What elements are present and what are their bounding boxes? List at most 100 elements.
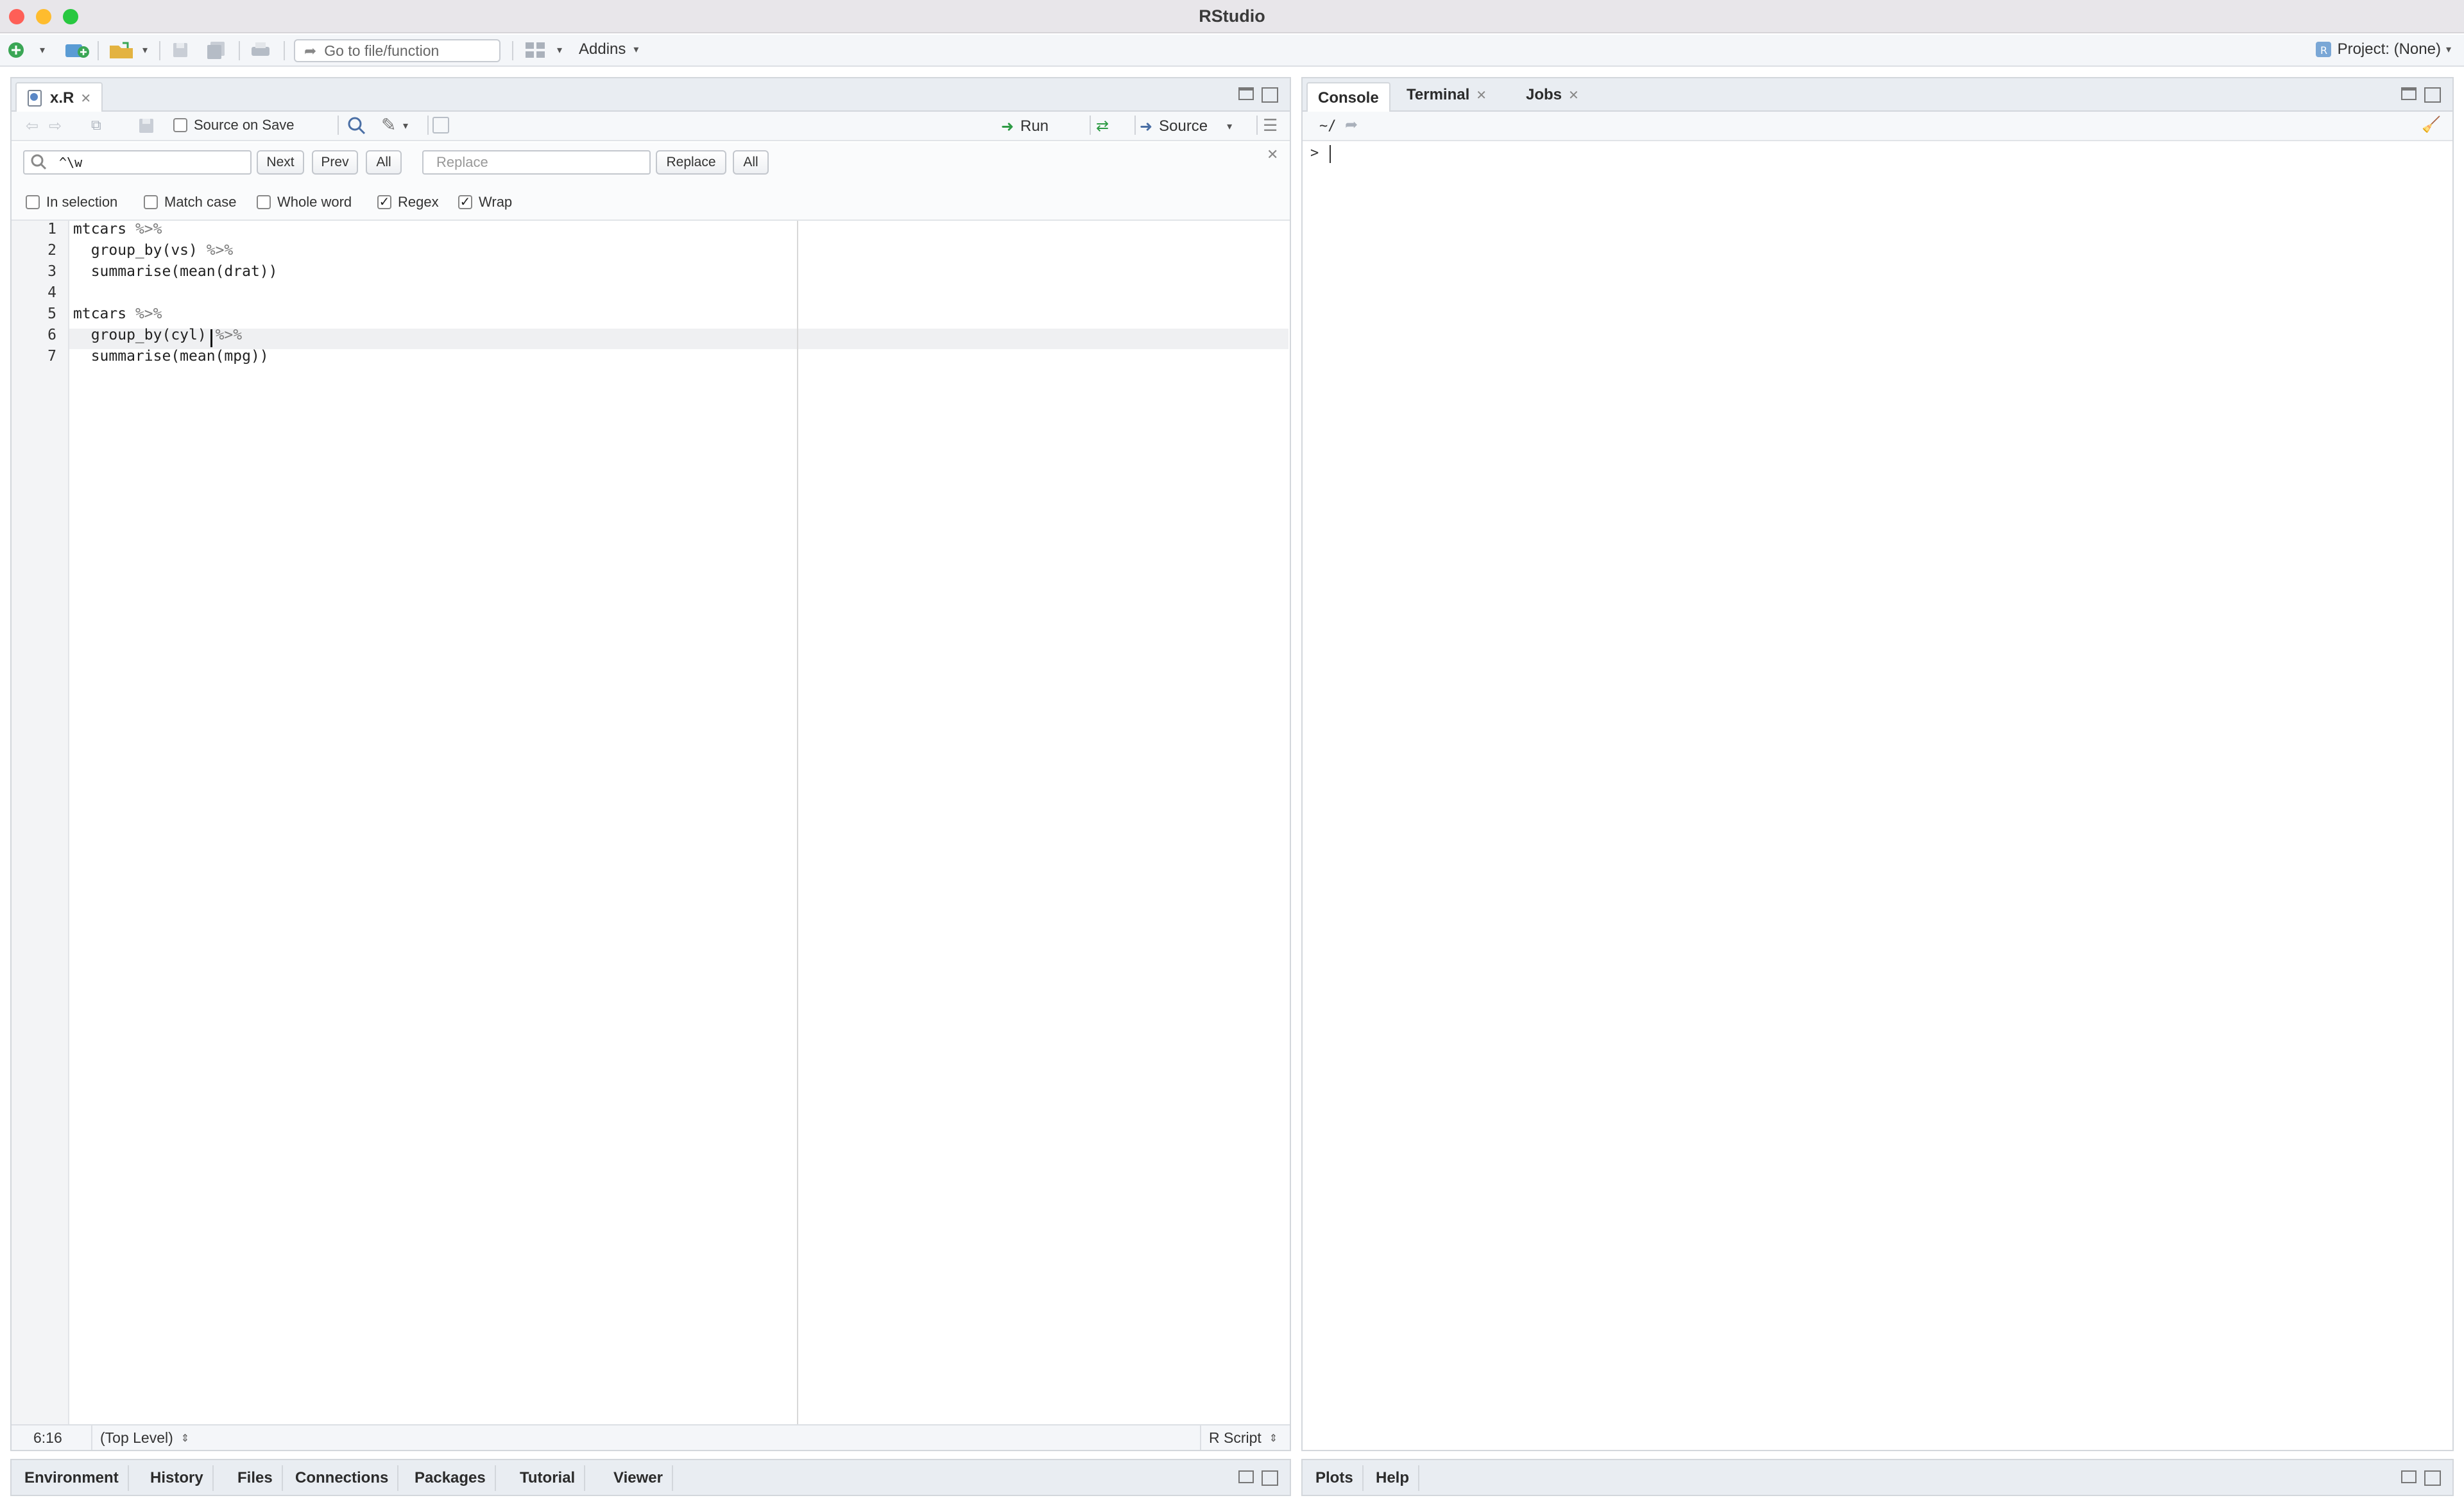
minimize-pane-icon[interactable] [1238, 87, 1254, 100]
go-to-directory-icon[interactable]: ➦ [1345, 116, 1358, 134]
minimize-pane-icon[interactable] [2401, 87, 2417, 100]
tab-files[interactable]: Files [228, 1465, 283, 1491]
maximize-pane-icon[interactable] [2424, 1470, 2441, 1486]
maximize-pane-icon[interactable] [1262, 1470, 1278, 1486]
new-file-icon[interactable] [5, 40, 27, 60]
close-tab-icon[interactable]: ✕ [80, 90, 91, 107]
open-folder-icon[interactable] [108, 40, 136, 60]
tab-viewer[interactable]: Viewer [604, 1465, 673, 1491]
run-arrow-icon: ➜ [1001, 117, 1014, 135]
code-line: group_by(cyl) %>% [73, 327, 243, 343]
tab-environment[interactable]: Environment [15, 1465, 129, 1491]
search-icon[interactable] [346, 116, 367, 139]
tab-tutorial[interactable]: Tutorial [511, 1465, 586, 1491]
replace-placeholder: Replace [436, 154, 488, 170]
chevron-down-icon: ▾ [633, 44, 639, 55]
addins-menu[interactable]: Addins ▾ [579, 40, 638, 58]
source-on-save-checkbox[interactable]: Source on Save [173, 117, 295, 133]
wrap-checkbox[interactable]: ✓ Wrap [458, 194, 512, 211]
console-output[interactable]: > [1303, 141, 2452, 1450]
find-all-button[interactable]: All [366, 150, 402, 175]
chevron-down-icon[interactable]: ▾ [37, 40, 47, 60]
close-tab-icon[interactable]: ✕ [1568, 87, 1579, 103]
svg-text:R: R [2320, 44, 2327, 56]
tab-console[interactable]: Console [1306, 82, 1390, 113]
tab-plots[interactable]: Plots [1306, 1465, 1364, 1491]
regex-label: Regex [398, 194, 439, 210]
code-line: summarise(mean(drat)) [73, 263, 278, 280]
project-label: Project: (None) [2337, 40, 2441, 58]
tab-history[interactable]: History [141, 1465, 214, 1491]
in-selection-checkbox[interactable]: In selection [26, 194, 117, 211]
back-arrow-icon[interactable]: ⇦ [26, 117, 38, 135]
document-outline-icon[interactable]: ☰ [1263, 116, 1278, 135]
rerun-icon[interactable]: ⇄ [1096, 117, 1109, 135]
tab-help[interactable]: Help [1367, 1465, 1420, 1491]
find-prev-button[interactable]: Prev [312, 150, 358, 175]
close-find-icon[interactable]: ✕ [1267, 146, 1278, 163]
chevron-down-icon[interactable]: ▾ [140, 40, 150, 60]
new-project-icon[interactable] [63, 40, 92, 60]
run-label: Run [1020, 117, 1049, 135]
text-cursor [210, 329, 212, 347]
show-in-window-icon[interactable]: ⧉ [91, 117, 101, 133]
whole-word-box[interactable] [257, 195, 271, 209]
updown-icon: ⇕ [1269, 1433, 1278, 1444]
find-next-button[interactable]: Next [257, 150, 304, 175]
replace-all-button[interactable]: All [733, 150, 769, 175]
match-case-box[interactable] [144, 195, 158, 209]
code-area[interactable]: mtcars %>% group_by(vs) %>% summarise(me… [0, 221, 1290, 1424]
match-case-checkbox[interactable]: Match case [144, 194, 237, 211]
regex-box[interactable]: ✓ [377, 195, 391, 209]
cursor-position: 6:16 [33, 1429, 62, 1446]
source-on-save-label: Source on Save [194, 117, 295, 133]
print-icon[interactable] [248, 40, 273, 60]
compile-report-icon[interactable] [432, 117, 449, 133]
magic-wand-icon[interactable]: ✎ [381, 114, 396, 135]
go-to-file-input[interactable]: ➦ Go to file/function [294, 39, 501, 62]
find-input[interactable]: ^\w [23, 150, 252, 175]
in-selection-box[interactable] [26, 195, 40, 209]
tab-jobs-label: Jobs [1526, 86, 1562, 103]
tab-connections[interactable]: Connections [286, 1465, 399, 1491]
close-tab-icon[interactable]: ✕ [1476, 87, 1487, 103]
restore-pane-icon[interactable] [1238, 1470, 1254, 1483]
save-icon[interactable] [169, 40, 191, 60]
wrap-box[interactable]: ✓ [458, 195, 472, 209]
environment-pane: Environment History Files Connections Pa… [10, 1459, 1291, 1496]
search-icon [31, 154, 47, 170]
replace-button[interactable]: Replace [656, 150, 726, 175]
source-label: Source [1159, 117, 1208, 135]
source-on-save-box[interactable] [173, 118, 187, 132]
tab-terminal[interactable]: Terminal ✕ [1396, 82, 1497, 108]
maximize-pane-icon[interactable] [2424, 87, 2441, 103]
main-toolbar: ▾ ▾ ➦ Go to file/function ▾ Addins ▾ R P… [0, 35, 2464, 67]
save-icon[interactable] [137, 117, 155, 138]
text-cursor [1330, 145, 1331, 163]
grid-layout-icon[interactable] [522, 40, 548, 60]
run-button[interactable]: ➜ Run [1001, 116, 1048, 137]
scope-selector[interactable]: (Top Level) ⇕ [100, 1429, 189, 1447]
tab-packages[interactable]: Packages [406, 1465, 496, 1491]
in-selection-label: In selection [46, 194, 118, 210]
source-button[interactable]: ➜ Source ▾ [1140, 116, 1232, 137]
restore-pane-icon[interactable] [2401, 1470, 2417, 1483]
file-type-selector[interactable]: R Script ⇕ [1209, 1429, 1278, 1447]
editor-tab-bar: x.R ✕ [12, 78, 1290, 113]
chevron-down-icon[interactable]: ▾ [554, 40, 565, 60]
tab-jobs[interactable]: Jobs ✕ [1516, 82, 1589, 108]
save-all-icon[interactable] [204, 40, 230, 60]
chevron-down-icon[interactable]: ▾ [403, 119, 408, 132]
code-line: mtcars %>% [73, 306, 162, 322]
regex-checkbox[interactable]: ✓ Regex [377, 194, 439, 211]
clear-console-icon[interactable]: 🧹 [2422, 116, 2441, 134]
file-type-label: R Script [1209, 1429, 1262, 1446]
whole-word-checkbox[interactable]: Whole word [257, 194, 352, 211]
project-menu[interactable]: R Project: (None) ▾ [2314, 40, 2451, 58]
maximize-pane-icon[interactable] [1262, 87, 1278, 103]
replace-input[interactable]: Replace [422, 150, 651, 175]
tab-x-r[interactable]: x.R ✕ [15, 82, 103, 113]
go-to-file-placeholder: Go to file/function [324, 42, 440, 59]
whole-word-label: Whole word [277, 194, 352, 210]
forward-arrow-icon[interactable]: ⇨ [49, 117, 62, 135]
